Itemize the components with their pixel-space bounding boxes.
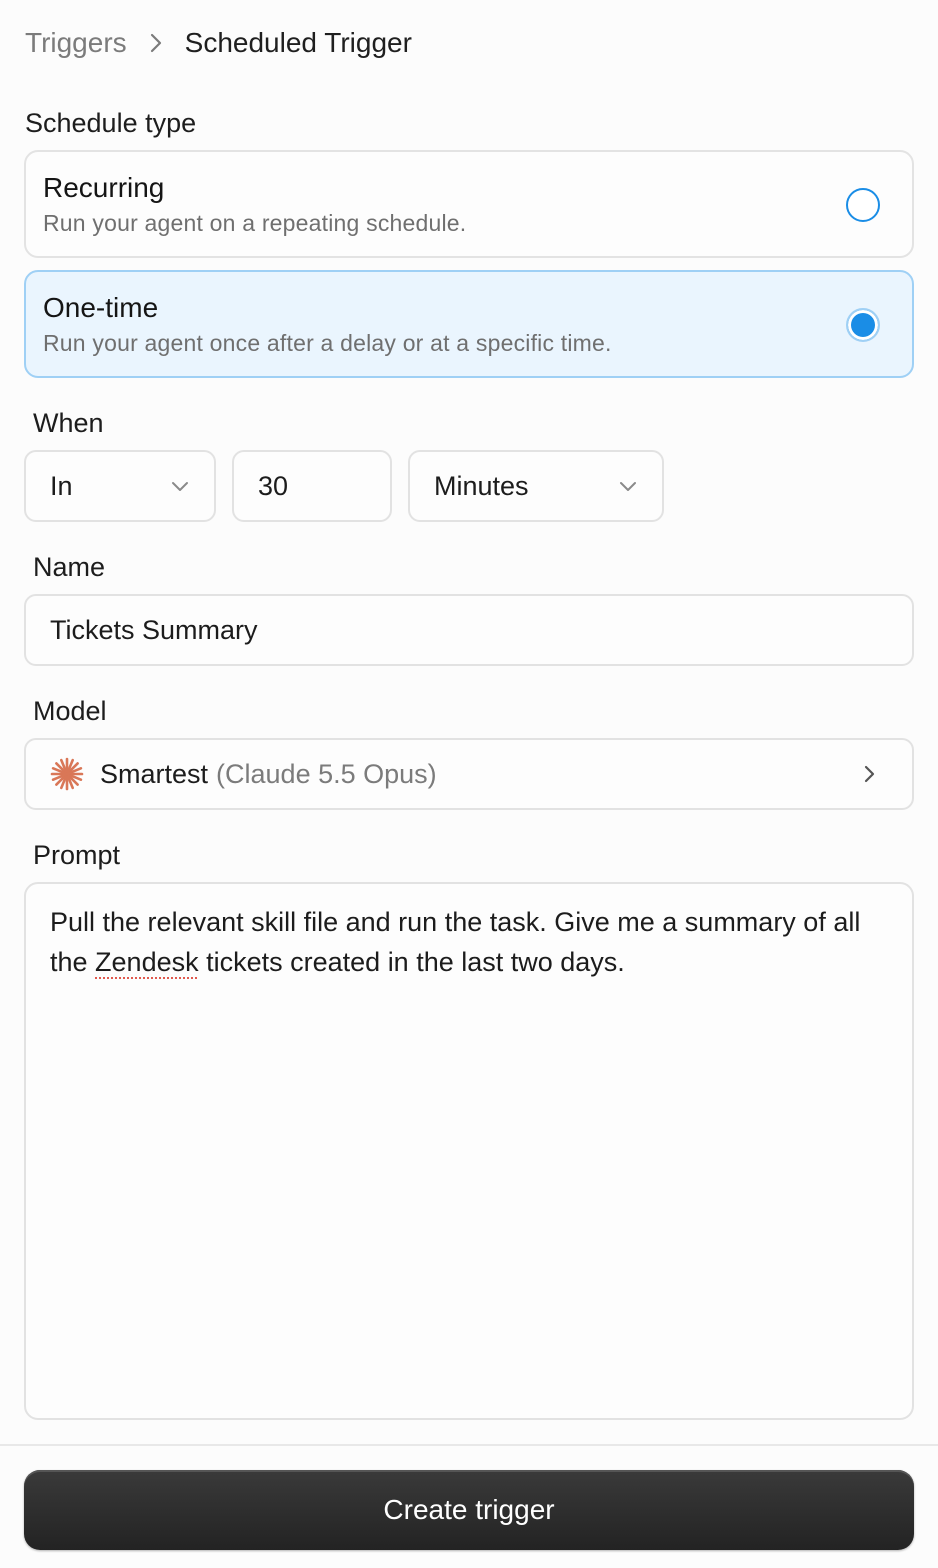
when-unit-select[interactable]: Minutes (408, 450, 664, 522)
chevron-right-icon (864, 765, 875, 783)
sparkle-icon (50, 757, 84, 791)
when-amount-input[interactable]: 30 (232, 450, 392, 522)
scheduled-trigger-page: Triggers Scheduled Trigger Schedule type… (0, 0, 938, 1568)
recurring-option-title: Recurring (43, 172, 165, 203)
model-label: Model (33, 696, 107, 726)
recurring-option-card[interactable]: Recurring Run your agent on a repeating … (24, 150, 914, 258)
one-time-radio[interactable] (846, 308, 880, 342)
name-value: Tickets Summary (50, 614, 258, 645)
breadcrumb: Triggers Scheduled Trigger (25, 24, 412, 62)
one-time-option-card[interactable]: One-time Run your agent once after a del… (24, 270, 914, 378)
prompt-textarea[interactable]: Pull the relevant skill file and run the… (24, 882, 914, 1420)
one-time-option-description: Run your agent once after a delay or at … (43, 330, 612, 356)
chevron-right-icon (127, 32, 185, 54)
breadcrumb-current: Scheduled Trigger (184, 27, 412, 58)
model-selector[interactable]: Smartest (Claude 5.5 Opus) (24, 738, 914, 810)
model-detail: (Claude 5.5 Opus) (216, 758, 437, 789)
footer-divider (0, 1444, 938, 1446)
breadcrumb-triggers-link[interactable]: Triggers (25, 27, 127, 59)
recurring-option-description: Run your agent on a repeating schedule. (43, 210, 467, 236)
when-mode-value: In (50, 470, 73, 501)
prompt-misspelled-word: Zendesk (95, 947, 199, 977)
when-amount-value: 30 (258, 470, 289, 501)
create-trigger-button[interactable]: Create trigger (24, 1470, 914, 1550)
when-unit-value: Minutes (434, 470, 529, 501)
one-time-option-title: One-time (43, 292, 159, 323)
when-label: When (33, 408, 104, 438)
when-mode-select[interactable]: In (24, 450, 216, 522)
chevron-down-icon (172, 482, 188, 491)
chevron-down-icon (620, 482, 636, 491)
prompt-text-after: tickets created in the last two days. (198, 947, 625, 977)
name-input[interactable]: Tickets Summary (24, 594, 914, 666)
prompt-label: Prompt (33, 840, 121, 870)
recurring-radio[interactable] (846, 188, 880, 222)
model-name: Smartest (100, 758, 209, 789)
schedule-type-label: Schedule type (25, 108, 197, 138)
name-label: Name (33, 552, 106, 582)
